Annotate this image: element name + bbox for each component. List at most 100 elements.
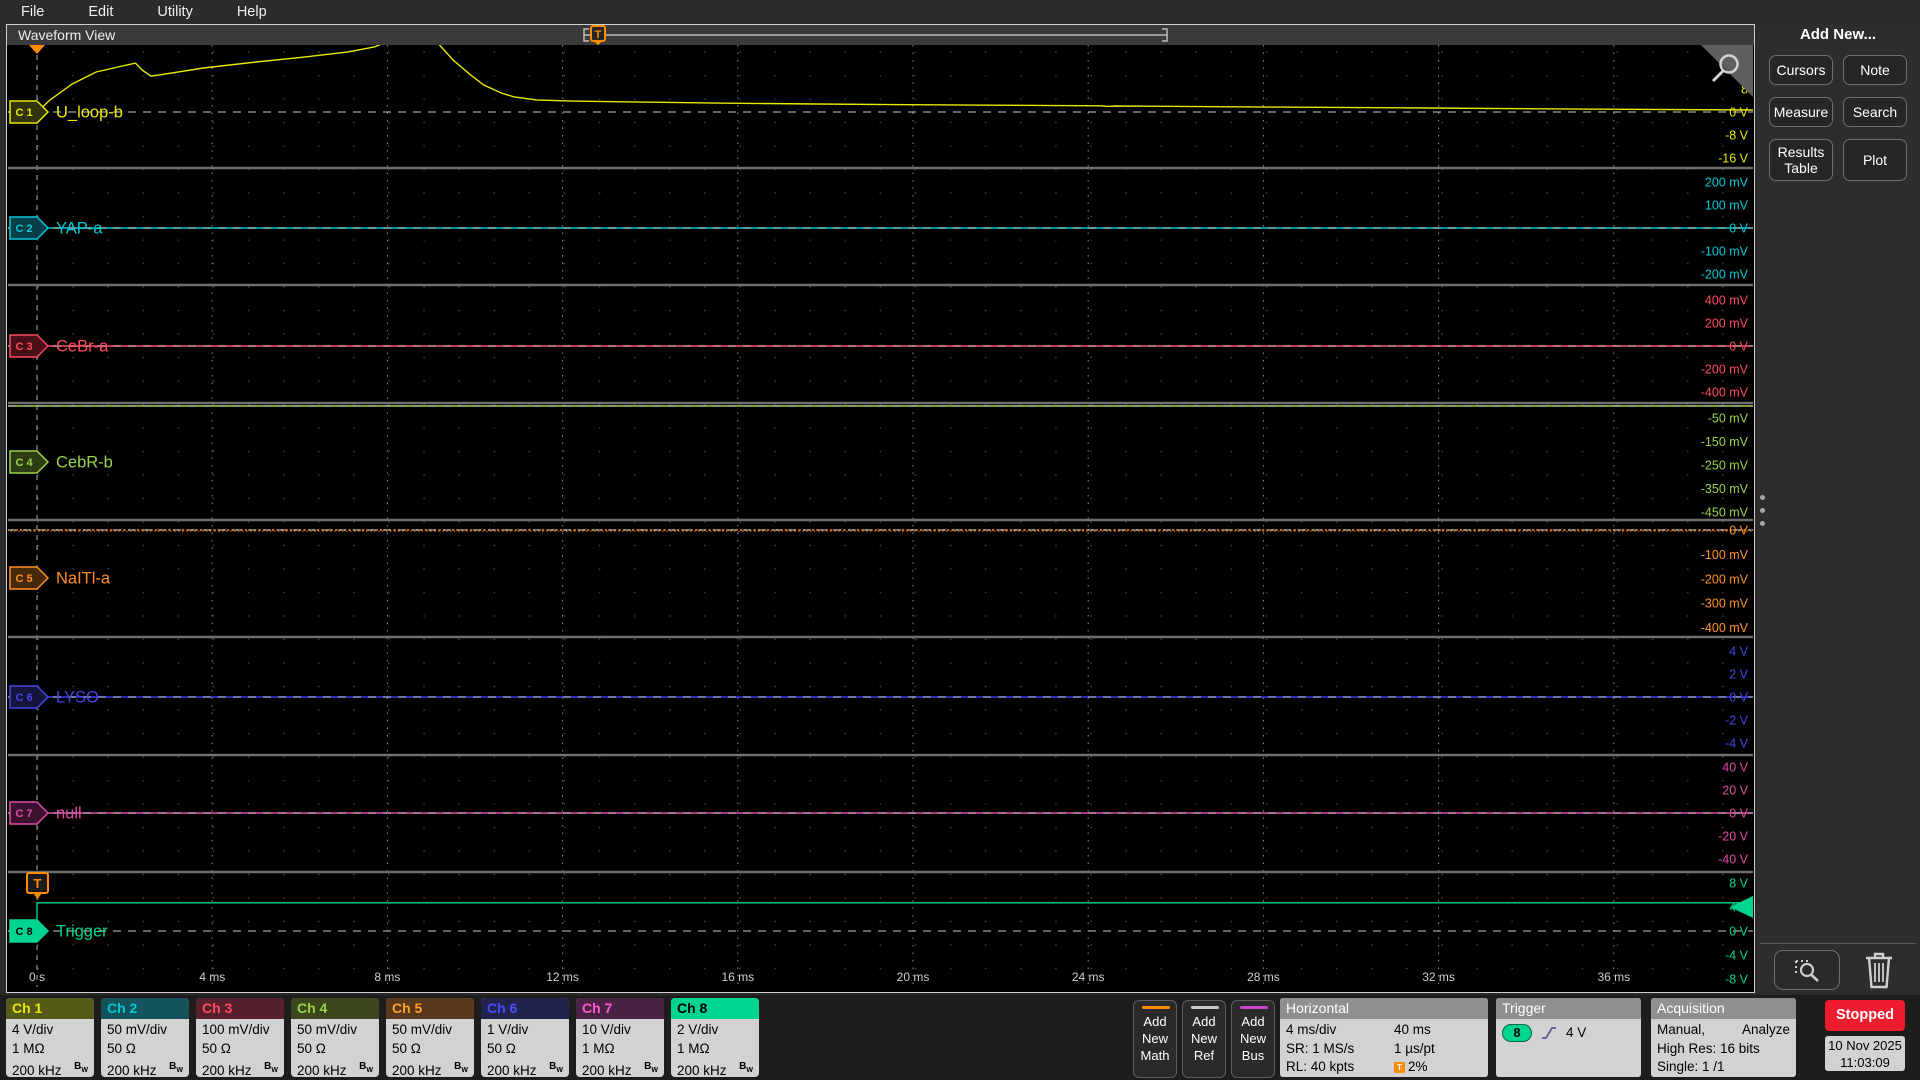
horizontal-row: 4 ms/div40 ms (1286, 1021, 1482, 1040)
menu-edit[interactable]: Edit (88, 4, 113, 20)
channel-badge-settings: 1 V/div50 Ω200 kHzBW (481, 1019, 569, 1077)
termination: 50 Ω (487, 1040, 565, 1059)
channel-badge-settings: 4 V/div1 MΩ 200 kHz BW (6, 1019, 94, 1077)
vertical-scale: 50 mV/div (297, 1021, 375, 1040)
scale-label: 400 mV (1705, 294, 1749, 308)
results-table-button[interactable]: Results Table (1769, 139, 1833, 181)
add-new-ref-button[interactable]: AddNewRef (1182, 1000, 1226, 1078)
measure-button[interactable]: Measure (1769, 97, 1833, 127)
time-axis-label: 20 ms (897, 970, 930, 984)
channel-name-U_loop-b: U_loop-b (56, 104, 123, 122)
channel-badges: Ch 14 V/div1 MΩ200 kHzBWCh 250 mV/div50 … (6, 998, 759, 1077)
run-stop-status-button[interactable]: Stopped (1825, 1000, 1905, 1031)
time-axis-label: 16 ms (721, 970, 754, 984)
scale-label: 2 V (1729, 668, 1748, 682)
bandwidth-limit-icon: BW (74, 1058, 88, 1077)
scale-label: 0 V (1729, 807, 1748, 821)
waveform-view-titlebar: Waveform View T (7, 25, 1754, 45)
channel-settings-badge-ch3[interactable]: Ch 3100 mV/div50 Ω200 kHzBW (196, 998, 284, 1077)
channel-badge-title: Ch 4 (291, 998, 379, 1019)
vertical-scale: 50 mV/div (392, 1021, 470, 1040)
vertical-scale: 2 V/div (677, 1021, 755, 1040)
bandwidth: 200 kHz (487, 1062, 537, 1077)
scale-label: 0 V (1729, 106, 1748, 120)
time-axis-label: 12 ms (546, 970, 579, 984)
channel-badge-title: Ch 6 (481, 998, 569, 1019)
channel-settings-badge-ch5[interactable]: Ch 550 mV/div50 Ω200 kHzBW (386, 998, 474, 1077)
channel-settings-badge-ch2[interactable]: Ch 250 mV/div50 Ω200 kHzBW (101, 998, 189, 1077)
scale-label: -8 V (1725, 129, 1749, 143)
channel-badge-settings: 50 mV/div50 Ω200 kHzBW (101, 1019, 189, 1077)
channel-settings-badge-ch4[interactable]: Ch 450 mV/div50 Ω200 kHzBW (291, 998, 379, 1077)
trigger-title: Trigger (1496, 998, 1641, 1019)
note-button[interactable]: Note (1843, 55, 1907, 85)
bandwidth: 200 kHz (12, 1062, 62, 1077)
side-panel-divider (1760, 943, 1916, 944)
menu-file[interactable]: File (21, 4, 44, 20)
scale-label: -200 mV (1701, 268, 1749, 282)
svg-text:C 3: C 3 (15, 341, 32, 353)
svg-text:C 2: C 2 (15, 223, 32, 235)
add-new-bus-button[interactable]: AddNewBus (1231, 1000, 1275, 1078)
scale-label: 40 V (1722, 761, 1748, 775)
channel-settings-badge-ch6[interactable]: Ch 61 V/div50 Ω200 kHzBW (481, 998, 569, 1077)
acquisition-badge[interactable]: Acquisition Manual, Analyze High Res: 16… (1651, 998, 1796, 1077)
svg-text:T: T (34, 876, 42, 891)
termination: 1 MΩ (677, 1040, 755, 1059)
trigger-position-icon: T (1394, 1062, 1405, 1073)
horizontal-settings: 4 ms/div40 msSR: 1 MS/s1 µs/ptRL: 40 kpt… (1280, 1019, 1488, 1077)
graticule-area: 80 V-8 V-16 VC 1U_loop-b200 mV100 mV0 V-… (8, 45, 1753, 987)
acquisition-title: Acquisition (1651, 998, 1796, 1019)
termination: 1 MΩ (12, 1040, 90, 1059)
vertical-scale: 1 V/div (487, 1021, 565, 1040)
channel-settings-badge-ch7[interactable]: Ch 710 V/div1 MΩ200 kHzBW (576, 998, 664, 1077)
channel-name-CeBr-a: CeBr-a (56, 338, 109, 356)
panel-splitter-handle[interactable] (1760, 495, 1765, 526)
time-axis-label: 36 ms (1597, 970, 1630, 984)
record-view-bar[interactable]: T (577, 25, 1177, 45)
accent-line (1142, 1006, 1170, 1009)
date-text: 10 Nov 2025 (1825, 1037, 1905, 1054)
channel-badge-settings: 50 mV/div50 Ω200 kHzBW (386, 1019, 474, 1077)
settings-bar: Ch 14 V/div1 MΩ200 kHzBWCh 250 mV/div50 … (0, 995, 1920, 1080)
channel-name-NaITl-a: NaITl-a (56, 570, 111, 588)
trigger-level: 4 V (1566, 1024, 1586, 1043)
vertical-scale: 4 V/div (12, 1021, 90, 1040)
menu-utility[interactable]: Utility (157, 4, 192, 20)
cursors-button[interactable]: Cursors (1769, 55, 1833, 85)
channel-badge-settings: 2 V/div1 MΩ200 kHzBW (671, 1019, 759, 1077)
time-axis-label: 0 s (29, 970, 45, 984)
scale-label: -8 V (1725, 973, 1749, 987)
horizontal-badge[interactable]: Horizontal 4 ms/div40 msSR: 1 MS/s1 µs/p… (1280, 998, 1488, 1077)
acquisition-single: Single: 1 /1 (1657, 1058, 1790, 1077)
scale-label: -4 V (1725, 737, 1749, 751)
trash-button[interactable] (1856, 948, 1902, 992)
bandwidth: 200 kHz (107, 1062, 157, 1077)
scale-label: 4 V (1729, 645, 1748, 659)
scale-label: -100 mV (1701, 245, 1749, 259)
accent-line (1240, 1006, 1268, 1009)
time-axis-label: 4 ms (199, 970, 225, 984)
scale-label: 20 V (1722, 784, 1748, 798)
channel-settings-badge-ch1[interactable]: Ch 14 V/div1 MΩ200 kHzBW (6, 998, 94, 1077)
menu-bar: File Edit Utility Help (0, 0, 1920, 24)
trigger-badge[interactable]: Trigger 8 4 V (1496, 998, 1641, 1077)
search-button[interactable]: Search (1843, 97, 1907, 127)
zoom-select-button[interactable] (1774, 950, 1840, 990)
horizontal-row: SR: 1 MS/s1 µs/pt (1286, 1040, 1482, 1059)
channel-settings-badge-ch8[interactable]: Ch 82 V/div1 MΩ200 kHzBW (671, 998, 759, 1077)
scale-label: 100 mV (1705, 199, 1749, 213)
scale-label: 0 V (1729, 925, 1748, 939)
time-axis-label: 28 ms (1247, 970, 1280, 984)
svg-text:C 1: C 1 (15, 107, 32, 119)
add-new-math-button[interactable]: AddNewMath (1133, 1000, 1177, 1078)
scale-label: -150 mV (1701, 435, 1749, 449)
rising-edge-icon (1541, 1026, 1557, 1040)
plot-button[interactable]: Plot (1843, 139, 1907, 181)
vertical-scale: 10 V/div (582, 1021, 660, 1040)
time-axis-label: 8 ms (374, 970, 400, 984)
scale-label: 0 V (1729, 340, 1748, 354)
menu-help[interactable]: Help (237, 4, 267, 20)
scale-label: -350 mV (1701, 482, 1749, 496)
vertical-scale: 50 mV/div (107, 1021, 185, 1040)
